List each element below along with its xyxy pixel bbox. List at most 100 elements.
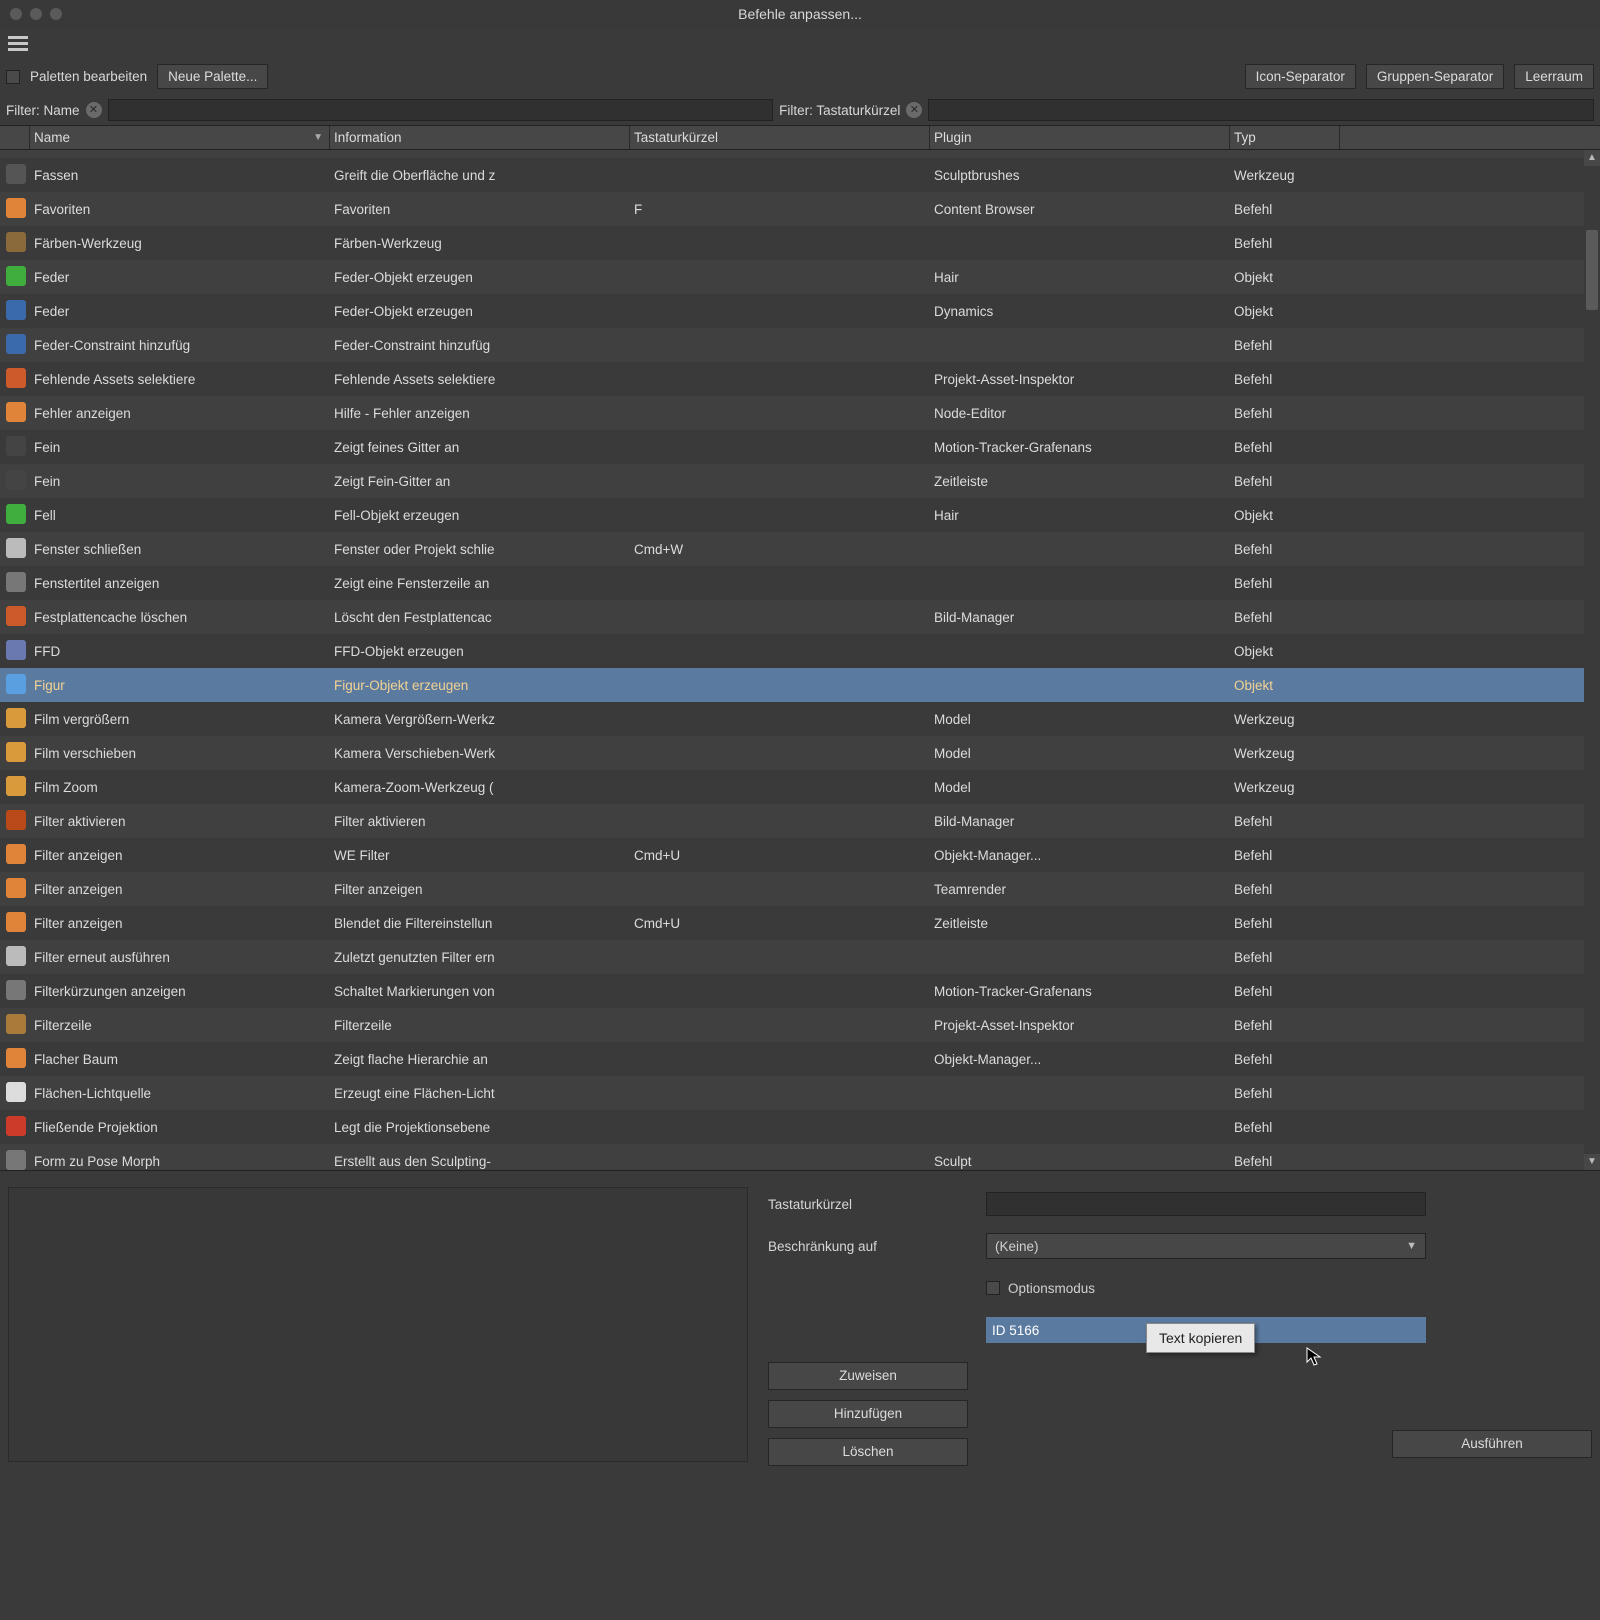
filter-shortcut-input[interactable] <box>928 99 1594 121</box>
minimize-dot[interactable] <box>30 8 42 20</box>
cell-name: Flacher Baum <box>30 1052 330 1067</box>
context-menu: Text kopieren <box>1146 1323 1255 1353</box>
col-shortcut[interactable]: Tastaturkürzel <box>630 126 930 149</box>
col-plugin[interactable]: Plugin <box>930 126 1230 149</box>
table-row[interactable]: Flacher BaumZeigt flache Hierarchie anOb… <box>0 1042 1600 1076</box>
shortcut-input[interactable] <box>986 1192 1426 1216</box>
titlebar: Befehle anpassen... <box>0 0 1600 28</box>
command-icon <box>6 504 26 524</box>
table-row[interactable]: FellFell-Objekt erzeugenHairObjekt <box>0 498 1600 532</box>
scroll-down-icon[interactable]: ▼ <box>1584 1154 1600 1170</box>
cell-typ: Befehl <box>1230 406 1340 421</box>
top-toolbar: Paletten bearbeiten Neue Palette... Icon… <box>0 58 1600 95</box>
cell-typ: Objekt <box>1230 678 1340 693</box>
cell-plugin: Bild-Manager <box>930 814 1230 829</box>
table-row[interactable]: Film vergrößernKamera Vergrößern-WerkzMo… <box>0 702 1600 736</box>
table-body: FassenGreift die Oberfläche und zSculptb… <box>0 150 1600 1170</box>
command-icon <box>6 164 26 184</box>
window-title: Befehle anpassen... <box>0 6 1600 22</box>
cell-plugin: Objekt-Manager... <box>930 1052 1230 1067</box>
shortcut-editor: Tastaturkürzel Beschränkung auf (Keine) … <box>768 1187 1592 1462</box>
cell-name: Flächen-Lichtquelle <box>30 1086 330 1101</box>
command-icon <box>6 436 26 456</box>
table-row[interactable]: FassenGreift die Oberfläche und zSculptb… <box>0 158 1600 192</box>
context-copy-text[interactable]: Text kopieren <box>1159 1330 1242 1346</box>
cell-plugin: Model <box>930 712 1230 727</box>
assign-button[interactable]: Zuweisen <box>768 1362 968 1390</box>
filter-name-clear-icon[interactable]: ✕ <box>86 102 102 118</box>
table-row[interactable]: Färben-WerkzeugFärben-WerkzeugBefehl <box>0 226 1600 260</box>
options-mode-checkbox[interactable] <box>986 1281 1000 1295</box>
table-row[interactable]: Feder-Constraint hinzufügFeder-Constrain… <box>0 328 1600 362</box>
cell-info: Greift die Oberfläche und z <box>330 168 630 183</box>
execute-button[interactable]: Ausführen <box>1392 1430 1592 1458</box>
cell-info: Feder-Objekt erzeugen <box>330 304 630 319</box>
scroll-up-icon[interactable]: ▲ <box>1584 150 1600 166</box>
table-row[interactable]: Fehler anzeigenHilfe - Fehler anzeigenNo… <box>0 396 1600 430</box>
col-name[interactable]: Name▼ <box>30 126 330 149</box>
table-row[interactable]: Fehlende Assets selektiereFehlende Asset… <box>0 362 1600 396</box>
new-palette-button[interactable]: Neue Palette... <box>157 64 268 89</box>
table-row[interactable]: FavoritenFavoritenFContent BrowserBefehl <box>0 192 1600 226</box>
cell-typ: Befehl <box>1230 576 1340 591</box>
cell-typ: Werkzeug <box>1230 712 1340 727</box>
cell-name: Fein <box>30 440 330 455</box>
cell-info: Fehlende Assets selektiere <box>330 372 630 387</box>
table-row[interactable] <box>0 150 1600 158</box>
table-row[interactable]: Filter anzeigenWE FilterCmd+UObjekt-Mana… <box>0 838 1600 872</box>
delete-button[interactable]: Löschen <box>768 1438 968 1466</box>
cell-name: Filter anzeigen <box>30 848 330 863</box>
table-row[interactable]: Film verschiebenKamera Verschieben-WerkM… <box>0 736 1600 770</box>
command-icon <box>6 1082 26 1102</box>
table-row[interactable]: FilterzeileFilterzeileProjekt-Asset-Insp… <box>0 1008 1600 1042</box>
table-row[interactable]: FeinZeigt Fein-Gitter anZeitleisteBefehl <box>0 464 1600 498</box>
table-row[interactable]: Filter erneut ausführenZuletzt genutzten… <box>0 940 1600 974</box>
cell-name: Fenster schließen <box>30 542 330 557</box>
maximize-dot[interactable] <box>50 8 62 20</box>
cell-info: Filter aktivieren <box>330 814 630 829</box>
table-row[interactable]: Fließende ProjektionLegt die Projektions… <box>0 1110 1600 1144</box>
table-row[interactable]: FigurFigur-Objekt erzeugenObjekt <box>0 668 1600 702</box>
cell-name: Fehlende Assets selektiere <box>30 372 330 387</box>
icon-separator-button[interactable]: Icon-Separator <box>1245 64 1356 89</box>
edit-palettes-checkbox[interactable] <box>6 70 20 84</box>
cell-typ: Befehl <box>1230 814 1340 829</box>
command-icon <box>6 538 26 558</box>
hamburger-icon[interactable] <box>8 33 28 54</box>
table-row[interactable]: Festplattencache löschenLöscht den Festp… <box>0 600 1600 634</box>
cell-info: Feder-Constraint hinzufüg <box>330 338 630 353</box>
table-row[interactable]: Film ZoomKamera-Zoom-Werkzeug (ModelWerk… <box>0 770 1600 804</box>
table-row[interactable]: FeinZeigt feines Gitter anMotion-Tracker… <box>0 430 1600 464</box>
group-separator-button[interactable]: Gruppen-Separator <box>1366 64 1504 89</box>
table-row[interactable]: Fenstertitel anzeigenZeigt eine Fensterz… <box>0 566 1600 600</box>
cell-name: Fehler anzeigen <box>30 406 330 421</box>
filter-shortcut-clear-icon[interactable]: ✕ <box>906 102 922 118</box>
table-row[interactable]: FFDFFD-Objekt erzeugenObjekt <box>0 634 1600 668</box>
close-dot[interactable] <box>10 8 22 20</box>
whitespace-button[interactable]: Leerraum <box>1514 64 1594 89</box>
filter-shortcut-label: Filter: Tastaturkürzel <box>779 103 900 118</box>
table-row[interactable]: Fenster schließenFenster oder Projekt sc… <box>0 532 1600 566</box>
scrollbar[interactable]: ▲ ▼ <box>1584 150 1600 1170</box>
table-row[interactable]: FederFeder-Objekt erzeugenHairObjekt <box>0 260 1600 294</box>
table-row[interactable]: FederFeder-Objekt erzeugenDynamicsObjekt <box>0 294 1600 328</box>
table-row[interactable]: Filterkürzungen anzeigenSchaltet Markier… <box>0 974 1600 1008</box>
table-row[interactable]: Filter aktivierenFilter aktivierenBild-M… <box>0 804 1600 838</box>
table-row[interactable]: Filter anzeigenFilter anzeigenTeamrender… <box>0 872 1600 906</box>
cell-name: Fell <box>30 508 330 523</box>
col-info[interactable]: Information <box>330 126 630 149</box>
command-icon <box>6 844 26 864</box>
restrict-select[interactable]: (Keine) ▼ <box>986 1233 1426 1259</box>
table-row[interactable]: Filter anzeigenBlendet die Filtereinstel… <box>0 906 1600 940</box>
table-row[interactable]: Form zu Pose MorphErstellt aus den Sculp… <box>0 1144 1600 1170</box>
col-typ[interactable]: Typ <box>1230 126 1340 149</box>
filter-name-input[interactable] <box>108 99 774 121</box>
command-icon <box>6 334 26 354</box>
cell-plugin: Motion-Tracker-Grafenans <box>930 984 1230 999</box>
scroll-thumb[interactable] <box>1586 230 1598 310</box>
window-controls <box>0 8 62 20</box>
cell-typ: Befehl <box>1230 202 1340 217</box>
table-row[interactable]: Flächen-LichtquelleErzeugt eine Flächen-… <box>0 1076 1600 1110</box>
cell-typ: Werkzeug <box>1230 780 1340 795</box>
add-button[interactable]: Hinzufügen <box>768 1400 968 1428</box>
